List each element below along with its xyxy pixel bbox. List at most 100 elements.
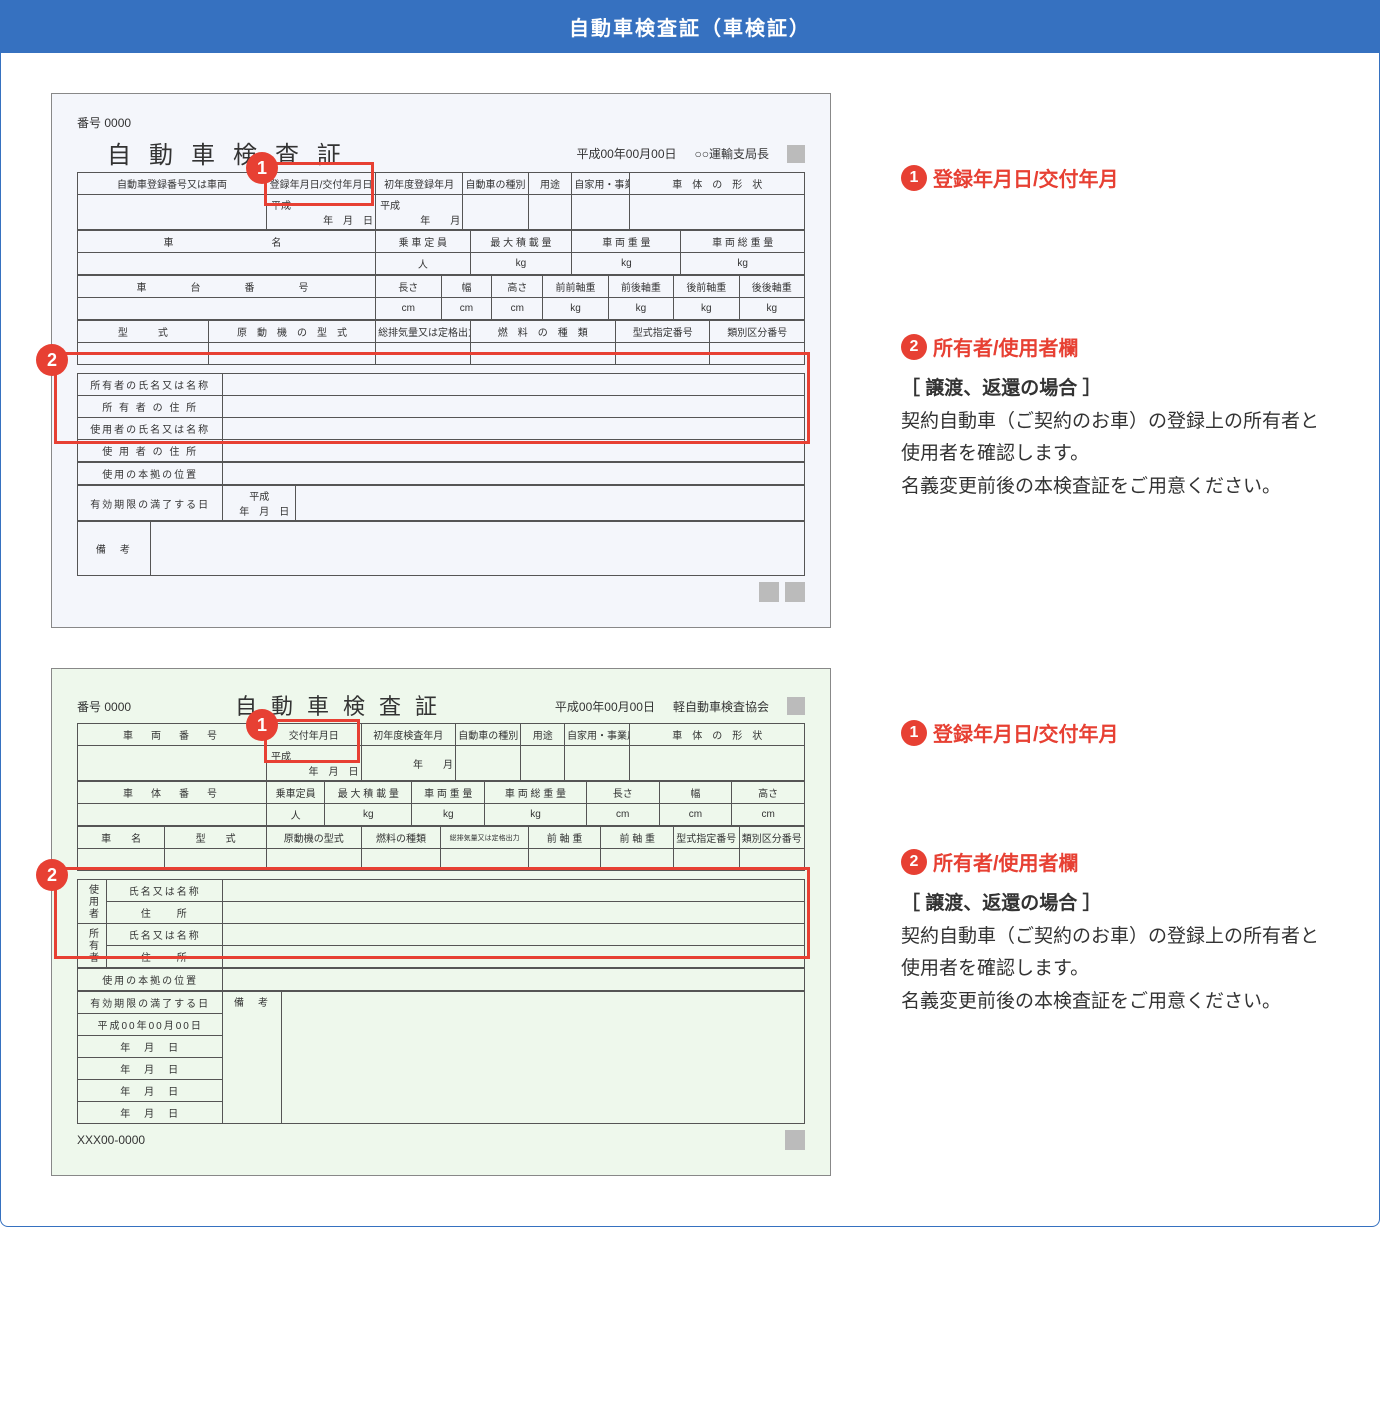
cert1-grid: 自動車登録番号又は車両 登録年月日/交付年月日 初年度登録年月 自動車の種別 用… [77, 172, 805, 230]
footer-boxes [759, 582, 805, 602]
page-title: 自動車検査証（車検証） [0, 0, 1380, 53]
v-ymd: 年 月 日 [323, 212, 373, 227]
h2-weight: 車 両 重 量 [412, 782, 485, 804]
cert-date: 平成00年00月00日 [576, 145, 676, 162]
highlight-box-2b [54, 867, 810, 959]
u-kg3: kg [681, 253, 805, 275]
v-ym: 年 月 [420, 212, 460, 227]
side-badge-1b: 1 [901, 720, 927, 746]
h-regnum: 自動車登録番号又は車両 [78, 173, 267, 195]
v2-expiry: 平成00年00月00日 [78, 1014, 223, 1036]
h-ax4: 後後軸重 [739, 276, 804, 298]
h2-shape: 車 体 の 形 状 [630, 724, 805, 746]
u-kg7: kg [739, 298, 804, 320]
cert1-exp: 有効期限の満了する日平成 年 月 日 [77, 485, 805, 521]
h2-location: 使用の本拠の位置 [78, 969, 223, 991]
h2-type: 自動車の種別 [456, 724, 521, 746]
u-kg2: kg [572, 253, 681, 275]
h2-notes: 備 考 [223, 992, 281, 1124]
h2-private: 自家用・事業用の別 [565, 724, 630, 746]
number-value-2: 0000 [104, 700, 131, 714]
callout-badge-2: 2 [36, 344, 68, 376]
h-cap: 乗 車 定 員 [376, 231, 471, 253]
number-label-2: 番号 [77, 700, 101, 714]
h-use: 用途 [528, 173, 572, 195]
h2-vehnum: 車 両 番 号 [78, 724, 267, 746]
h-len: 長さ [376, 276, 441, 298]
h2-expiry: 有効期限の満了する日 [78, 992, 223, 1014]
h2-model: 型 式 [165, 827, 267, 849]
cert2-grid2: 車 体 番 号 乗車定員 最 大 積 載 量 車 両 重 量 車 両 総 重 量… [77, 781, 805, 826]
number-value: 0000 [104, 116, 131, 130]
h-load: 最 大 積 載 量 [470, 231, 572, 253]
h-shape: 車 体 の 形 状 [630, 173, 805, 195]
u-cm2: cm [441, 298, 492, 320]
h2-len: 長さ [586, 782, 659, 804]
seal-placeholder [787, 145, 805, 163]
cert1-grid3: 車 台 番 号 長さ 幅 高さ 前前軸重 前後軸重 後前軸重 後後軸重 cm c… [77, 275, 805, 320]
h2-rax: 前 軸 重 [601, 827, 674, 849]
footer-boxes-2 [785, 1130, 805, 1150]
callout-badge-1: 1 [246, 152, 278, 184]
h2-disp: 総排気量又は定格出力 [441, 827, 528, 849]
u2-p: 人 [267, 804, 325, 826]
u-cm3: cm [492, 298, 543, 320]
side-badge-2b: 2 [901, 849, 927, 875]
u-kg5: kg [608, 298, 673, 320]
h-firstreg: 初年度登録年月 [376, 173, 463, 195]
callout-badge-2b: 2 [36, 859, 68, 891]
annotations-2: 1登録年月日/交付年月 2所有者/使用者欄 ［ 譲渡、返還の場合 ］ 契約自動車… [901, 668, 1329, 1018]
u2-cm2: cm [659, 804, 732, 826]
cert2-exp: 有効期限の満了する日 備 考 平成00年00月00日 年 月 日 年 月 日 年… [77, 991, 805, 1124]
h-ax2: 前後軸重 [608, 276, 673, 298]
u-kg4: kg [543, 298, 608, 320]
dr1: 年 月 日 [78, 1036, 223, 1058]
annotations-1: 1登録年月日/交付年月 2所有者/使用者欄 ［ 譲渡、返還の場合 ］ 契約自動車… [901, 93, 1329, 503]
dr3: 年 月 日 [78, 1080, 223, 1102]
dr4: 年 月 日 [78, 1102, 223, 1124]
u-cm: cm [376, 298, 441, 320]
h-gross: 車 両 総 重 量 [681, 231, 805, 253]
anno2-body: 契約自動車（ご契約のお車）の登録上の所有者と使用者を確認します。 名義変更前後の… [901, 406, 1329, 503]
v-expiry: 平成 年 月 日 [223, 486, 296, 521]
h-carname: 車 名 [78, 231, 376, 253]
h2-desig: 型式指定番号 [674, 827, 739, 849]
anno2b-title: 所有者/使用者欄 [933, 847, 1079, 876]
h-type: 自動車の種別 [463, 173, 528, 195]
u-person: 人 [376, 253, 471, 275]
cert2-footer: XXX00-0000 [77, 1133, 145, 1147]
h-ax1: 前前軸重 [543, 276, 608, 298]
cert2-loc: 使用の本拠の位置 [77, 968, 805, 991]
anno1-title: 登録年月日/交付年月 [933, 163, 1119, 192]
h2-use: 用途 [521, 724, 565, 746]
cert1-notes: 備 考 [77, 521, 805, 576]
u2-kg3: kg [485, 804, 587, 826]
side-badge-1: 1 [901, 165, 927, 191]
dr2: 年 月 日 [78, 1058, 223, 1080]
h-fuel: 燃 料 の 種 類 [470, 321, 615, 343]
cert-issuer: ○○運輸支局長 [695, 145, 770, 162]
v2-ym: 年 月 [413, 760, 453, 771]
u2-kg2: kg [412, 804, 485, 826]
callout-badge-1b: 1 [246, 709, 278, 741]
h-private: 自家用・事業用の別 [572, 173, 630, 195]
certificate-standard: 1 2 番号 0000 自動車検査証 平成00年00月00日 ○○運輸支局長 [51, 93, 831, 628]
cert1-loc: 使用の本拠の位置 [77, 462, 805, 485]
h2-firstinsp: 初年度検査年月 [361, 724, 456, 746]
h-notes: 備 考 [78, 522, 151, 576]
cert2-grid: 車 両 番 号 交付年月日 初年度検査年月 自動車の種別 用途 自家用・事業用の… [77, 723, 805, 781]
side-badge-2: 2 [901, 334, 927, 360]
h2-wid: 幅 [659, 782, 732, 804]
h-class: 類別区分番号 [710, 321, 805, 343]
h2-cap: 乗車定員 [267, 782, 325, 804]
h2-hei: 高さ [732, 782, 805, 804]
h2-fax: 前 軸 重 [528, 827, 601, 849]
u2-cm3: cm [732, 804, 805, 826]
cert2-grid3: 車 名 型 式 原動機の型式 燃料の種類 総排気量又は定格出力 前 軸 重 前 … [77, 826, 805, 871]
anno2-title: 所有者/使用者欄 [933, 332, 1079, 361]
u2-kg: kg [325, 804, 412, 826]
h-location: 使用の本拠の位置 [78, 463, 223, 485]
u-kg6: kg [674, 298, 739, 320]
h-ax3: 後前軸重 [674, 276, 739, 298]
h2-class: 類別区分番号 [739, 827, 805, 849]
